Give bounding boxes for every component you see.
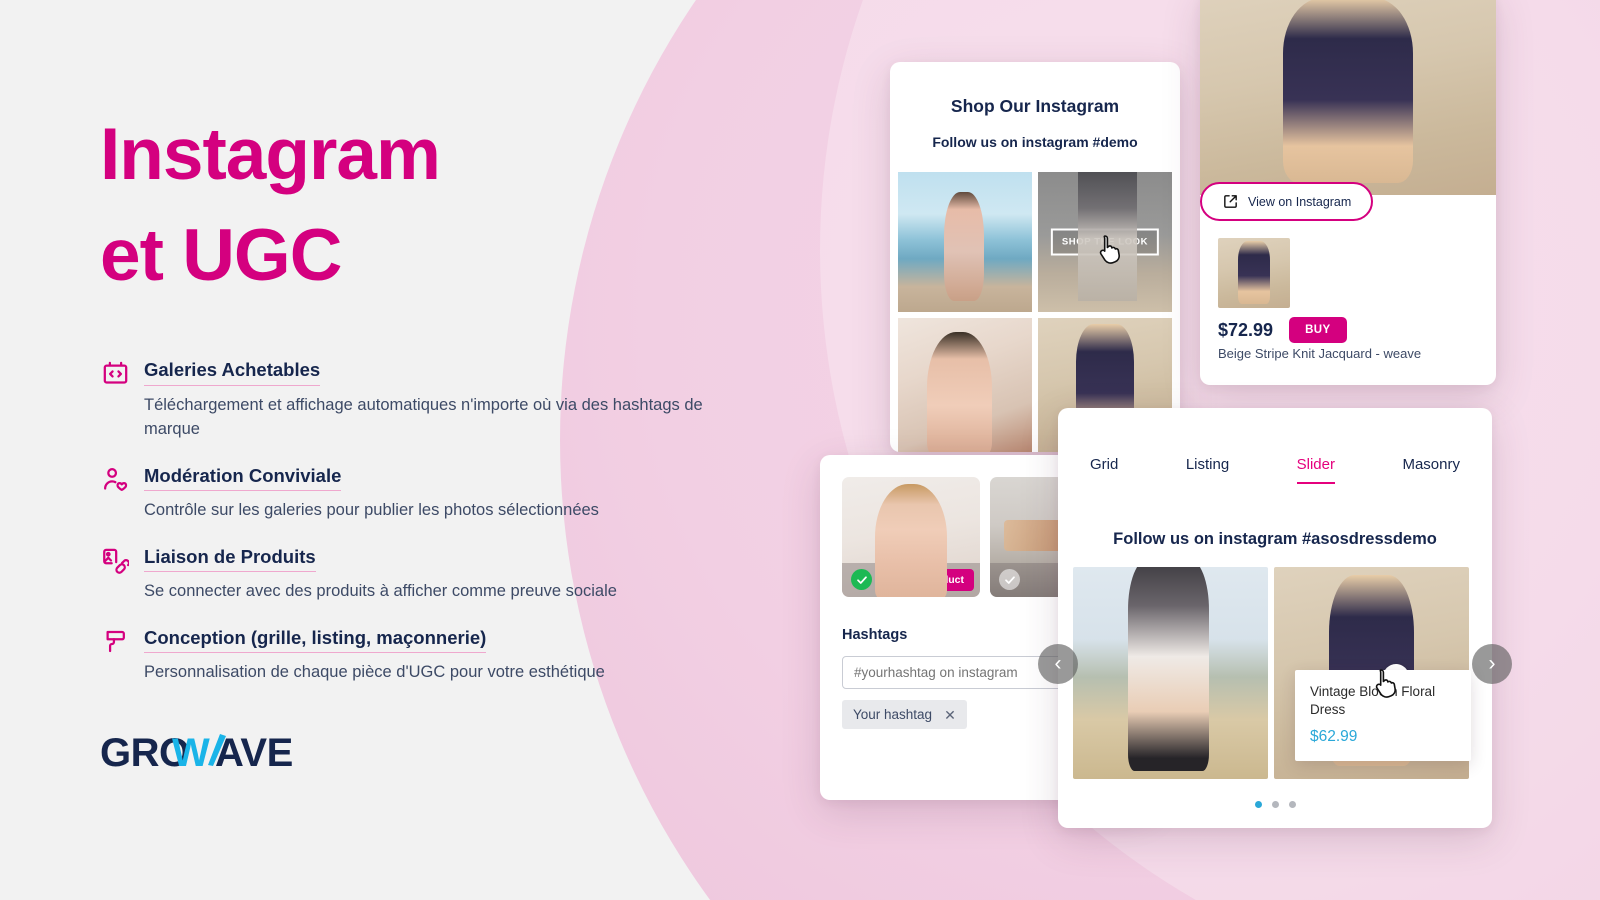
product-thumbnail[interactable] bbox=[1218, 238, 1290, 308]
layout-slider-card: Grid Listing Slider Masonry Follow us on… bbox=[1038, 408, 1512, 828]
tooltip-product-name: Vintage Bloom Floral Dress bbox=[1310, 684, 1436, 718]
buy-button[interactable]: BUY bbox=[1289, 317, 1347, 343]
user-heart-icon bbox=[100, 464, 130, 496]
feature-list: Galeries Achetables Téléchargement et af… bbox=[100, 358, 720, 684]
external-link-icon bbox=[1224, 195, 1237, 208]
product-detail-card: View on Instagram $72.99 BUY Beige Strip… bbox=[1200, 0, 1496, 385]
growave-logo: GRO W AVE bbox=[100, 731, 720, 775]
shoppable-gallery-icon bbox=[100, 358, 130, 390]
hashtag-chip-label: Your hashtag bbox=[853, 707, 933, 722]
close-icon[interactable]: ✕ bbox=[944, 708, 956, 722]
slider-prev-button[interactable]: ‹ bbox=[1038, 644, 1078, 684]
pagination-dot-2[interactable] bbox=[1271, 801, 1279, 808]
instagram-photo-grid: SHOP THE LOOK bbox=[890, 150, 1180, 452]
feature-description: Contrôle sur les galeries pour publier l… bbox=[144, 501, 599, 520]
tab-grid[interactable]: Grid bbox=[1090, 456, 1118, 484]
tab-slider[interactable]: Slider bbox=[1296, 456, 1335, 484]
feature-title: Galeries Achetables bbox=[144, 358, 321, 386]
slider-pagination-dots bbox=[1058, 801, 1492, 808]
tab-masonry[interactable]: Masonry bbox=[1402, 456, 1460, 484]
shop-our-instagram-card: Shop Our Instagram Follow us on instagra… bbox=[890, 62, 1180, 452]
gallery-photo-shop-the-look[interactable]: SHOP THE LOOK bbox=[1038, 172, 1172, 312]
feature-item-friendly-moderation: Modération Conviviale Contrôle sur les g… bbox=[100, 464, 720, 523]
paint-brush-icon bbox=[100, 626, 130, 658]
page-title-line-1: Instagram bbox=[100, 114, 441, 195]
feature-description: Se connecter avec des produits à affiche… bbox=[144, 582, 617, 601]
marketing-copy-column: Instagram et UGC Galeries Achetables Tél… bbox=[100, 0, 720, 900]
image-link-icon bbox=[100, 545, 130, 577]
feature-description: Téléchargement et affichage automatiques… bbox=[144, 395, 703, 439]
product-hero-photo[interactable] bbox=[1200, 0, 1496, 195]
pagination-dot-3[interactable] bbox=[1288, 801, 1296, 808]
slider-next-button[interactable]: › bbox=[1472, 644, 1512, 684]
layout-tabs: Grid Listing Slider Masonry bbox=[1058, 408, 1492, 484]
feature-title: Liaison de Produits bbox=[144, 545, 316, 573]
page-title: Instagram et UGC bbox=[100, 105, 720, 306]
gallery-photo-selfie[interactable] bbox=[898, 318, 1032, 452]
feature-item-product-linking: Liaison de Produits Se connecter avec de… bbox=[100, 545, 720, 604]
moderation-photo-approved[interactable]: Tag Product bbox=[842, 477, 980, 597]
svg-text:W: W bbox=[172, 731, 210, 775]
tooltip-product-price: $62.99 bbox=[1310, 728, 1358, 746]
view-on-instagram-label: View on Instagram bbox=[1248, 194, 1352, 209]
slide-photo-1[interactable] bbox=[1073, 567, 1268, 779]
product-price-row: $72.99 BUY bbox=[1218, 317, 1347, 343]
shop-instagram-title: Shop Our Instagram bbox=[950, 96, 1120, 116]
feature-title: Conception (grille, listing, maçonnerie) bbox=[144, 626, 487, 653]
svg-text:AVE: AVE bbox=[215, 731, 293, 775]
product-price: $72.99 bbox=[1218, 319, 1274, 340]
feature-title: Modération Conviviale bbox=[144, 464, 342, 492]
shop-the-look-button[interactable]: SHOP THE LOOK bbox=[1050, 228, 1160, 256]
hashtag-chip[interactable]: Your hashtag ✕ bbox=[842, 700, 967, 729]
product-tooltip: Vintage Bloom Floral Dress $62.99 bbox=[1295, 670, 1471, 762]
view-on-instagram-button[interactable]: View on Instagram bbox=[1200, 182, 1374, 221]
pagination-dot-1[interactable] bbox=[1254, 801, 1262, 808]
slider-heading: Follow us on instagram #asosdressdemo bbox=[1113, 530, 1437, 548]
product-name: Beige Stripe Knit Jacquard - weave bbox=[1218, 346, 1422, 361]
check-icon bbox=[1004, 575, 1015, 584]
approved-check-badge[interactable] bbox=[851, 569, 872, 590]
check-icon bbox=[856, 575, 867, 584]
page-title-line-2: et UGC bbox=[100, 214, 342, 296]
shop-instagram-subtitle: Follow us on instagram #demo bbox=[932, 134, 1138, 150]
feature-item-shoppable-galleries: Galeries Achetables Téléchargement et af… bbox=[100, 358, 720, 442]
pending-check-badge[interactable] bbox=[999, 569, 1020, 590]
feature-item-design: Conception (grille, listing, maçonnerie)… bbox=[100, 626, 720, 685]
feature-description: Personnalisation de chaque pièce d'UGC p… bbox=[144, 662, 605, 681]
gallery-photo-beach[interactable] bbox=[898, 172, 1032, 312]
tab-listing[interactable]: Listing bbox=[1186, 456, 1229, 484]
tag-product-button[interactable]: Tag Product bbox=[893, 569, 974, 591]
